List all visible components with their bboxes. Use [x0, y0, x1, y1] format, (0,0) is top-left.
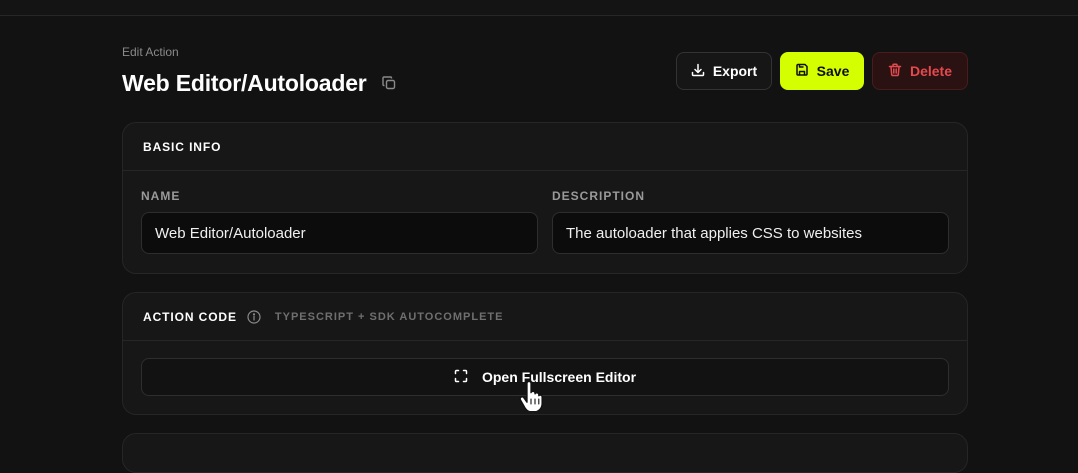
- description-input[interactable]: [552, 212, 949, 254]
- basic-info-fields: NAME DESCRIPTION: [141, 189, 949, 254]
- action-code-subtitle: TYPESCRIPT + SDK AUTOCOMPLETE: [274, 310, 504, 323]
- name-label: NAME: [141, 189, 181, 203]
- export-button[interactable]: Export: [676, 52, 772, 90]
- download-icon: [691, 63, 705, 80]
- description-label: DESCRIPTION: [552, 189, 646, 203]
- export-label: Export: [712, 63, 758, 79]
- open-fullscreen-editor-button[interactable]: Open Fullscreen Editor: [141, 358, 949, 396]
- action-code-header: ACTION CODE TYPESCRIPT + SDK AUTOCOMPLET…: [123, 293, 967, 341]
- page-title: Web Editor/Autoloader: [122, 69, 367, 96]
- action-code-card: ACTION CODE TYPESCRIPT + SDK AUTOCOMPLET…: [122, 292, 968, 415]
- basic-info-card: BASIC INFO NAME DESCRIPTION: [122, 122, 968, 274]
- info-icon[interactable]: [247, 309, 261, 324]
- basic-info-header: BASIC INFO: [123, 123, 967, 171]
- title-row: Web Editor/Autoloader: [122, 68, 397, 98]
- save-button[interactable]: Save: [780, 52, 864, 90]
- top-bar: [0, 0, 1078, 16]
- next-section-card: [122, 433, 968, 473]
- description-field-group: DESCRIPTION: [552, 189, 949, 254]
- delete-label: Delete: [909, 63, 953, 79]
- save-label: Save: [816, 63, 850, 79]
- fullscreen-icon: [454, 369, 468, 386]
- name-input[interactable]: [141, 212, 538, 254]
- delete-button[interactable]: Delete: [872, 52, 968, 90]
- header-actions: Export Save Delete: [676, 52, 968, 90]
- name-field-group: NAME: [141, 189, 538, 254]
- hand-pointer-icon: [519, 380, 545, 413]
- action-code-title: ACTION CODE: [143, 309, 237, 324]
- open-fullscreen-editor-label: Open Fullscreen Editor: [481, 369, 637, 385]
- basic-info-title: BASIC INFO: [143, 139, 222, 154]
- page-eyebrow: Edit Action: [122, 45, 179, 59]
- copy-icon[interactable]: [381, 75, 397, 91]
- trash-icon: [888, 62, 902, 80]
- save-icon: [795, 63, 809, 80]
